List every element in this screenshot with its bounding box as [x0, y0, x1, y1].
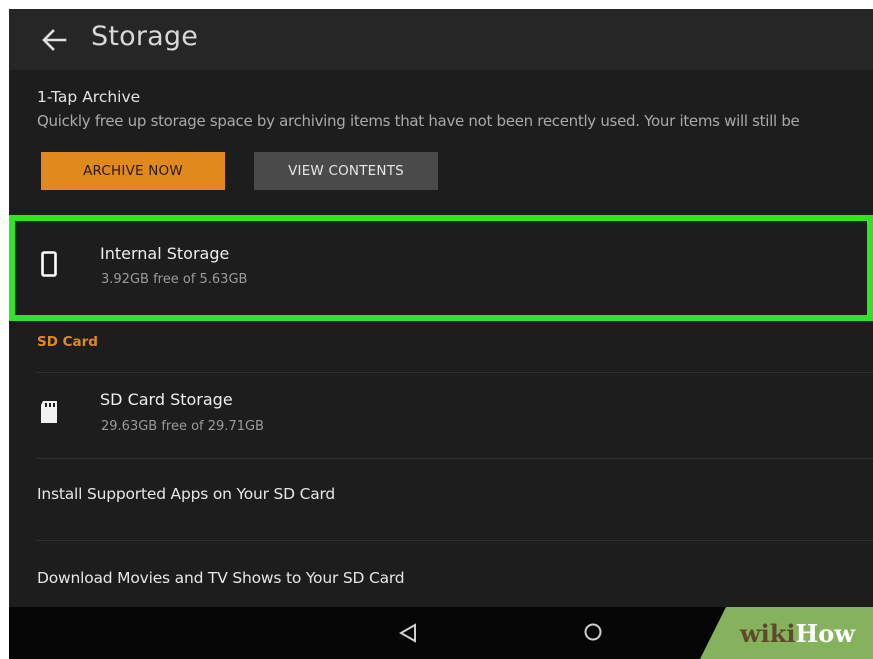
nav-back-triangle-icon[interactable]	[398, 623, 418, 643]
storage-screen: Storage 1-Tap Archive Quickly free up st…	[9, 9, 873, 659]
download-movies-to-sd-item[interactable]: Download Movies and TV Shows to Your SD …	[37, 569, 405, 587]
highlight-box	[9, 215, 873, 321]
wikihow-logo: wikiHow	[740, 619, 855, 648]
sd-card-icon	[41, 401, 57, 423]
divider	[37, 372, 873, 373]
sd-card-section-label: SD Card	[37, 334, 98, 350]
sd-card-storage-subtitle: 29.63GB free of 29.71GB	[101, 419, 264, 434]
install-apps-on-sd-item[interactable]: Install Supported Apps on Your SD Card	[37, 485, 335, 503]
one-tap-archive-section: 1-Tap Archive Quickly free up storage sp…	[37, 88, 873, 130]
divider	[37, 540, 873, 541]
archive-title: 1-Tap Archive	[37, 88, 141, 106]
view-contents-button[interactable]: VIEW CONTENTS	[254, 152, 438, 190]
archive-description: Quickly free up storage space by archivi…	[37, 112, 800, 130]
wikihow-logo-wiki: wiki	[740, 619, 796, 648]
back-arrow-icon[interactable]	[37, 23, 71, 57]
wikihow-logo-how: How	[795, 619, 855, 648]
divider	[37, 458, 873, 459]
app-bar: Storage	[9, 9, 873, 70]
sd-card-storage-title: SD Card Storage	[100, 390, 233, 409]
archive-now-button[interactable]: ARCHIVE NOW	[41, 152, 225, 190]
page-title: Storage	[91, 21, 199, 52]
nav-home-circle-icon[interactable]	[583, 622, 603, 642]
